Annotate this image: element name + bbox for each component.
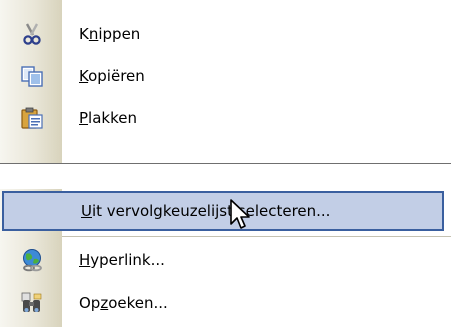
- menu-item-label: Knippen: [79, 25, 141, 43]
- research-binoculars-icon: [21, 292, 42, 312]
- menu-item-label: Kopiëren: [79, 67, 145, 85]
- menu-item-label: Plakken: [79, 109, 137, 127]
- context-menu-bottom: Uit vervolgkeuzelijst selecteren... Hype…: [0, 178, 451, 327]
- menu-item-cut[interactable]: Knippen: [0, 14, 448, 54]
- menu-item-label: Opzoeken...: [79, 294, 168, 312]
- copy-icon: [21, 66, 43, 87]
- menu-item-copy[interactable]: Kopiëren: [0, 56, 448, 96]
- mouse-pointer-icon: [230, 199, 250, 229]
- hyperlink-globe-icon: [23, 249, 42, 272]
- menu-item-research[interactable]: Opzoeken...: [0, 283, 448, 323]
- menu-item-paste[interactable]: Plakken: [0, 98, 448, 138]
- context-menu-top: Knippen Kopiëren Plakken: [0, 0, 451, 164]
- paste-icon: [21, 107, 43, 129]
- menu-item-hyperlink[interactable]: Hyperlink...: [0, 240, 448, 280]
- menu-item-label: Hyperlink...: [79, 251, 165, 269]
- menu-item-pick-from-dropdown-list[interactable]: Uit vervolgkeuzelijst selecteren...: [2, 191, 444, 231]
- menu-item-label: Uit vervolgkeuzelijst selecteren...: [81, 202, 331, 220]
- menu-separator: [62, 236, 451, 237]
- scissors-icon: [23, 23, 41, 45]
